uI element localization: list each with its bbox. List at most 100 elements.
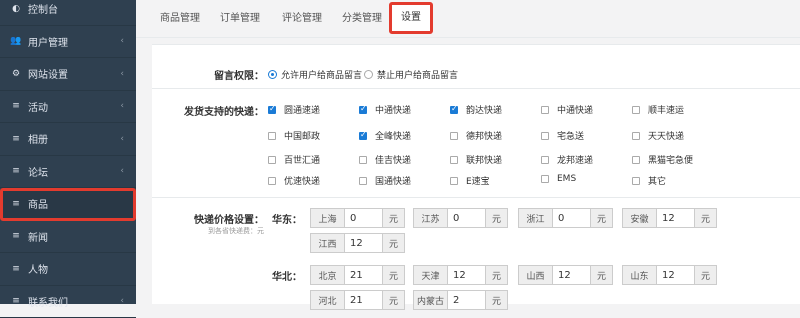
checkbox[interactable] [359, 177, 367, 185]
province-label: 天津 [414, 266, 448, 284]
list-icon: ≡ [10, 101, 22, 111]
main-content: 商品管理订单管理 评论管理分类管理设置 留言权限： 允许用户给商品留言 禁止用户给商… [136, 0, 800, 304]
checkbox[interactable] [632, 177, 640, 185]
checkbox[interactable] [450, 177, 458, 185]
unit-label: 元 [694, 266, 716, 284]
checkbox-label: 宅急送 [557, 129, 584, 142]
sidebar-item[interactable]: ≡商品 [0, 188, 136, 221]
price-input-group: 山东12元 [622, 265, 717, 285]
price-input[interactable]: 12 [345, 234, 382, 252]
checkbox[interactable] [450, 132, 458, 140]
chevron-left-icon: ‹ [120, 166, 124, 176]
checkbox[interactable] [541, 106, 549, 114]
province-label: 浙江 [519, 209, 553, 227]
express-option[interactable]: 黑猫宅急便 [632, 153, 693, 166]
price-input[interactable]: 2 [448, 291, 485, 309]
province-label: 北京 [311, 266, 345, 284]
checkbox[interactable] [268, 177, 276, 185]
checkbox-label: 全峰快递 [375, 129, 411, 142]
tab-3[interactable]: 评论管理 [282, 9, 322, 29]
express-section: 发货支持的快递： 圆通速递中通快递韵达快递中通快递顺丰速运中国邮政全峰快递德邦快… [152, 89, 800, 198]
checkbox-label: 百世汇通 [284, 153, 320, 166]
checkbox[interactable] [359, 106, 367, 114]
express-option[interactable]: 龙邦速递 [541, 153, 593, 166]
sidebar-item-label: 新闻 [28, 229, 48, 244]
price-input-group: 江苏0元 [413, 208, 508, 228]
checkbox-label: 联邦快递 [466, 153, 502, 166]
express-option[interactable]: 全峰快递 [359, 129, 411, 142]
price-section: 快递价格设置： 到各省快递费：元 华东：上海0元江苏0元浙江0元安徽12元江西1… [152, 198, 800, 305]
permission-radio[interactable]: 禁止用户给商品留言 [364, 68, 458, 81]
express-option[interactable]: 天天快递 [632, 129, 684, 142]
express-option[interactable]: E速宝 [450, 174, 490, 187]
price-input[interactable]: 12 [553, 266, 590, 284]
sidebar-item[interactable]: ⚙网站设置‹ [0, 58, 136, 91]
tab-4[interactable]: 分类管理 [342, 9, 382, 29]
permission-radio[interactable]: 允许用户给商品留言 [268, 68, 362, 81]
express-option[interactable]: 中国邮政 [268, 129, 320, 142]
tab-1[interactable]: 商品管理 [160, 9, 200, 29]
price-input[interactable]: 21 [345, 266, 382, 284]
express-option[interactable]: 韵达快递 [450, 103, 502, 116]
express-option[interactable]: 宅急送 [541, 129, 584, 142]
price-input[interactable]: 0 [553, 209, 590, 227]
checkbox[interactable] [268, 132, 276, 140]
sidebar-item[interactable]: ≡活动‹ [0, 91, 136, 124]
checkbox[interactable] [268, 156, 276, 164]
radio-label: 允许用户给商品留言 [281, 68, 362, 81]
express-option[interactable]: 优速快递 [268, 174, 320, 187]
tab-2[interactable]: 订单管理 [220, 9, 260, 29]
express-option[interactable]: 佳吉快递 [359, 153, 411, 166]
price-input[interactable]: 12 [657, 266, 694, 284]
express-option[interactable]: 中通快递 [359, 103, 411, 116]
checkbox[interactable] [541, 175, 549, 183]
sidebar-item[interactable]: ≡人物 [0, 253, 136, 286]
checkbox[interactable] [541, 156, 549, 164]
price-input[interactable]: 12 [448, 266, 485, 284]
checkbox[interactable] [632, 156, 640, 164]
express-option[interactable]: 国通快递 [359, 174, 411, 187]
express-option[interactable]: 百世汇通 [268, 153, 320, 166]
express-option[interactable]: 德邦快递 [450, 129, 502, 142]
settings-panel: 留言权限： 允许用户给商品留言禁止用户给商品留言 发货支持的快递： 圆通速递中通… [152, 44, 800, 304]
checkbox[interactable] [268, 106, 276, 114]
price-input[interactable]: 21 [345, 291, 382, 309]
comment-permission-label: 留言权限： [214, 67, 264, 82]
express-option[interactable]: 中通快递 [541, 103, 593, 116]
checkbox[interactable] [450, 156, 458, 164]
sidebar-item[interactable]: ◐控制台 [0, 0, 136, 26]
express-option[interactable]: EMS [541, 174, 576, 184]
express-option[interactable]: 联邦快递 [450, 153, 502, 166]
radio-label: 禁止用户给商品留言 [377, 68, 458, 81]
price-input-group: 北京21元 [310, 265, 405, 285]
express-option[interactable]: 圆通速递 [268, 103, 320, 116]
checkbox[interactable] [632, 106, 640, 114]
checkbox[interactable] [359, 156, 367, 164]
province-label: 江西 [311, 234, 345, 252]
unit-label: 元 [694, 209, 716, 227]
radio-dot[interactable] [364, 70, 373, 79]
express-option[interactable]: 其它 [632, 174, 666, 187]
sidebar-item-label: 商品 [28, 196, 48, 211]
chevron-left-icon: ‹ [120, 69, 124, 79]
sidebar-item[interactable]: ≡相册‹ [0, 123, 136, 156]
express-option[interactable]: 顺丰速运 [632, 103, 684, 116]
radio-dot[interactable] [268, 70, 277, 79]
sidebar-item[interactable]: 👥用户管理‹ [0, 26, 136, 59]
unit-label: 元 [485, 291, 507, 309]
checkbox[interactable] [541, 132, 549, 140]
sidebar-item[interactable]: ≡论坛‹ [0, 156, 136, 189]
checkbox[interactable] [632, 132, 640, 140]
sidebar-item[interactable]: ≡联系我们‹ [0, 286, 136, 318]
province-label: 山西 [519, 266, 553, 284]
checkbox[interactable] [450, 106, 458, 114]
tab-5[interactable]: 设置 [389, 2, 433, 34]
price-input[interactable]: 0 [345, 209, 382, 227]
price-input[interactable]: 12 [657, 209, 694, 227]
sidebar-item-label: 网站设置 [28, 66, 68, 81]
sidebar-item[interactable]: ≡新闻 [0, 221, 136, 254]
sidebar-item-label: 人物 [28, 261, 48, 276]
checkbox[interactable] [359, 132, 367, 140]
price-input[interactable]: 0 [448, 209, 485, 227]
chevron-left-icon: ‹ [120, 36, 124, 46]
